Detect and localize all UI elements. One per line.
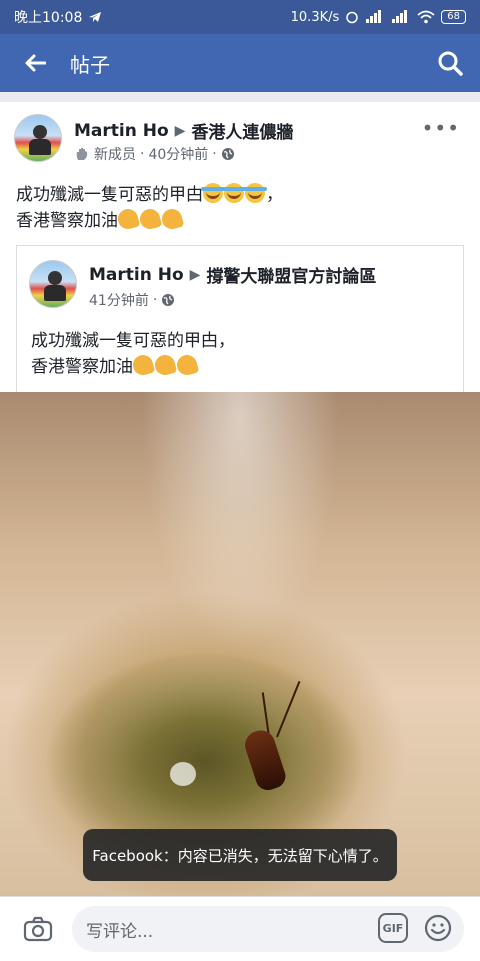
author-name[interactable]: Martin Ho bbox=[74, 121, 169, 141]
camera-icon bbox=[23, 916, 53, 941]
battery-indicator: 68 bbox=[441, 10, 466, 24]
status-time: 晚上10:08 bbox=[14, 10, 83, 26]
laughing-crying-emoji-icon bbox=[243, 183, 267, 203]
post-text-2: 香港警察加油 bbox=[16, 211, 118, 231]
laughing-crying-emoji-icon bbox=[201, 183, 225, 203]
emoji-button[interactable] bbox=[423, 913, 453, 943]
wifi-icon bbox=[417, 10, 435, 24]
shared-author-name[interactable]: Martin Ho bbox=[89, 265, 184, 285]
status-bar: 晚上10:08 10.3K/s 68 bbox=[0, 0, 480, 34]
comment-bar: 写评论... GIF bbox=[0, 896, 480, 960]
page-title: 帖子 bbox=[70, 52, 110, 77]
shared-post-line-2-wrap: 香港警察加油 bbox=[31, 352, 235, 380]
app-bar: 帖子 bbox=[0, 34, 480, 92]
post-body: 成功殲滅一隻可惡的甲甴 ， 香港警察加油 bbox=[16, 182, 283, 234]
camera-button[interactable] bbox=[0, 897, 76, 961]
post-text-1-suffix: ， bbox=[266, 185, 283, 205]
triangle-right-icon: ▶ bbox=[174, 122, 186, 139]
flexed-biceps-emoji-icon bbox=[174, 352, 200, 378]
group-name[interactable]: 香港人連儂牆 bbox=[191, 118, 293, 143]
alarm-icon bbox=[346, 11, 359, 24]
shared-post-line-1: 成功殲滅一隻可惡的甲甴， bbox=[31, 331, 235, 351]
flexed-biceps-emoji-icon bbox=[115, 206, 141, 232]
search-icon bbox=[438, 51, 463, 76]
gif-button[interactable]: GIF bbox=[378, 913, 408, 943]
back-button[interactable] bbox=[0, 34, 70, 92]
telegram-icon bbox=[89, 12, 102, 22]
shared-post-body: 成功殲滅一隻可惡的甲甴， 香港警察加油 bbox=[31, 328, 235, 380]
shared-post-meta: 41分钟前 · bbox=[89, 290, 175, 310]
member-badge: 新成员 bbox=[94, 147, 136, 163]
laughing-crying-emoji-icon bbox=[222, 183, 246, 203]
globe-icon bbox=[162, 294, 175, 306]
feed-divider bbox=[0, 92, 480, 102]
meta-separator: · bbox=[140, 146, 145, 162]
post-photo[interactable] bbox=[0, 392, 480, 896]
shared-avatar[interactable] bbox=[29, 260, 77, 308]
smile-icon bbox=[424, 914, 452, 942]
post-header: Martin Ho ▶ 香港人連儂牆 bbox=[74, 118, 293, 144]
flexed-biceps-emoji-icon bbox=[159, 206, 185, 232]
shared-post-line-2: 香港警察加油 bbox=[31, 357, 133, 377]
arrow-left-icon bbox=[25, 54, 46, 72]
gif-label: GIF bbox=[382, 921, 404, 935]
signal-icon-2 bbox=[392, 10, 408, 23]
post-card: Martin Ho ▶ 香港人連儂牆 新成员 · 40分钟前 · ••• 成功殲… bbox=[0, 102, 480, 896]
triangle-right-icon: ▶ bbox=[189, 266, 201, 283]
shared-post-header: Martin Ho ▶ 撐警大聯盟官方討論區 bbox=[89, 262, 376, 288]
flexed-biceps-emoji-icon bbox=[137, 206, 163, 232]
search-button[interactable] bbox=[420, 34, 480, 92]
post-line-2: 香港警察加油 bbox=[16, 206, 283, 234]
post-text-1: 成功殲滅一隻可惡的甲甴 bbox=[16, 185, 203, 205]
globe-icon bbox=[221, 148, 234, 160]
network-speed: 10.3K/s bbox=[290, 9, 340, 25]
more-options-icon[interactable]: ••• bbox=[422, 116, 460, 140]
flexed-biceps-emoji-icon bbox=[130, 352, 156, 378]
water-foam bbox=[170, 762, 196, 786]
meta-separator-2: · bbox=[212, 146, 217, 162]
signal-icon bbox=[366, 10, 382, 23]
shared-post-time[interactable]: 41分钟前 bbox=[89, 290, 149, 310]
avatar[interactable] bbox=[14, 114, 62, 162]
cockroach-image bbox=[241, 726, 289, 794]
post-line-1: 成功殲滅一隻可惡的甲甴 ， bbox=[16, 182, 283, 208]
post-time[interactable]: 40分钟前 bbox=[148, 144, 208, 164]
meta-separator-3: · bbox=[152, 292, 158, 308]
comment-placeholder: 写评论... bbox=[86, 921, 154, 942]
post-meta: 新成员 · 40分钟前 · bbox=[74, 144, 235, 164]
toast-message: Facebook：内容已消失，无法留下心情了。 bbox=[83, 829, 397, 881]
shared-group-name[interactable]: 撐警大聯盟官方討論區 bbox=[206, 262, 376, 287]
flexed-biceps-emoji-icon bbox=[152, 352, 178, 378]
wave-hand-icon bbox=[76, 148, 88, 160]
